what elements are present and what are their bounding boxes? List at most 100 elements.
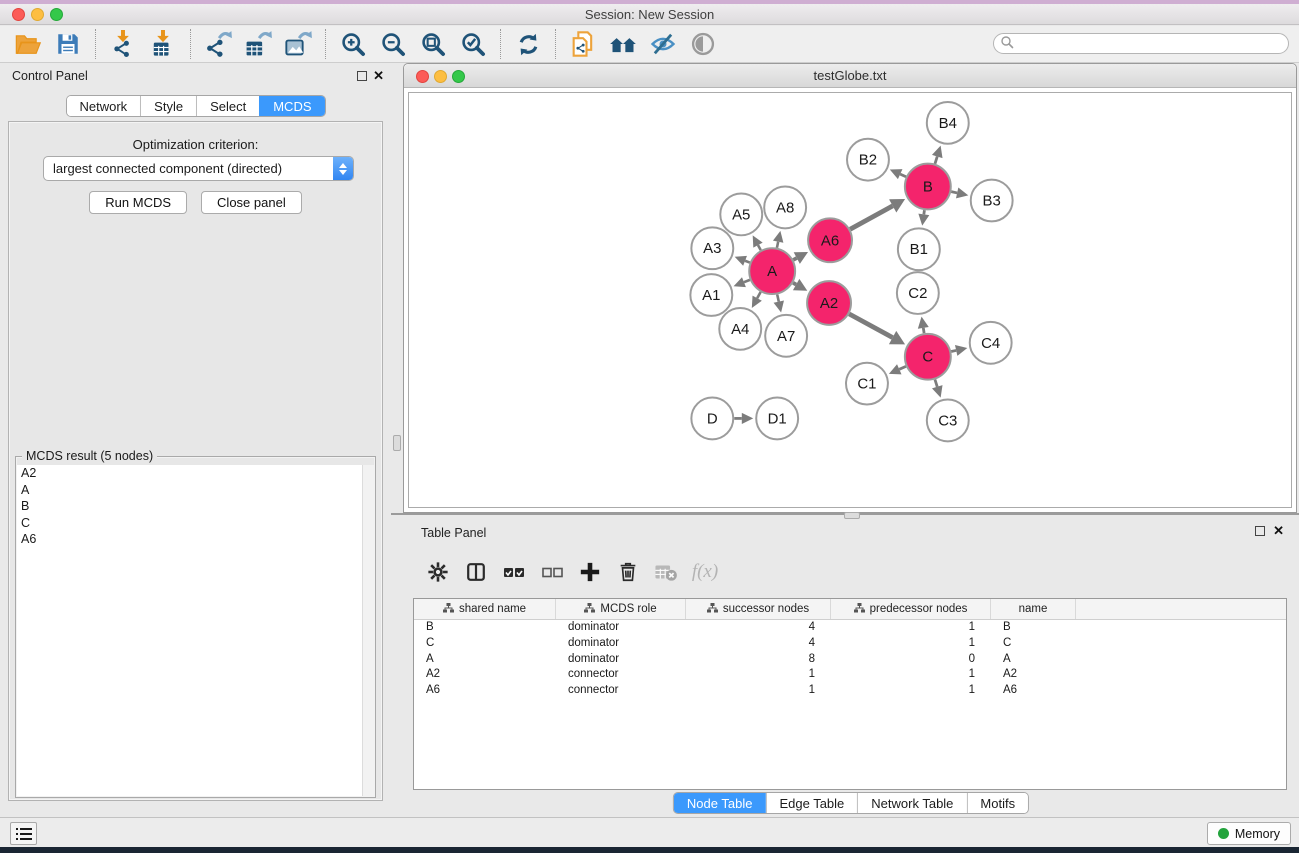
close-panel-button[interactable]: Close panel bbox=[201, 191, 302, 214]
save-session-icon[interactable] bbox=[48, 27, 88, 61]
table-cell[interactable]: 8 bbox=[686, 652, 831, 668]
splitter-grip[interactable] bbox=[393, 435, 401, 451]
hide-panels-icon[interactable] bbox=[643, 27, 683, 61]
table-row[interactable]: Adominator80A bbox=[414, 652, 1286, 668]
zoom-fit-icon[interactable] bbox=[413, 27, 453, 61]
duplicate-network-icon[interactable] bbox=[563, 27, 603, 61]
mcds-result-item[interactable]: B bbox=[17, 498, 362, 515]
table-cell[interactable]: 1 bbox=[686, 667, 831, 683]
table-row[interactable]: A2connector11A2 bbox=[414, 667, 1286, 683]
graph-edge-B-B4[interactable] bbox=[935, 157, 937, 164]
open-session-icon[interactable] bbox=[8, 27, 48, 61]
table-cell[interactable]: dominator bbox=[556, 636, 686, 652]
graph-edge-A-A6[interactable] bbox=[793, 258, 796, 260]
function-builder-icon[interactable]: f(x) bbox=[687, 556, 721, 588]
tab-node-table[interactable]: Node Table bbox=[674, 793, 766, 813]
criterion-select[interactable]: largest connected component (directed) bbox=[43, 156, 354, 181]
graph-edge-A2-C[interactable] bbox=[849, 314, 892, 338]
mcds-result-list[interactable]: A2ABCA6 bbox=[17, 465, 362, 796]
tab-network-table[interactable]: Network Table bbox=[857, 793, 966, 813]
table-cell[interactable]: 1 bbox=[686, 683, 831, 699]
vertical-splitter[interactable] bbox=[391, 63, 403, 513]
table-cell[interactable]: A2 bbox=[414, 667, 556, 683]
home-icon[interactable] bbox=[603, 27, 643, 61]
search-input[interactable] bbox=[1014, 36, 1288, 52]
tab-mcds[interactable]: MCDS bbox=[259, 96, 324, 116]
result-list-scrollbar[interactable] bbox=[362, 465, 374, 796]
graph-edge-A6-B[interactable] bbox=[850, 206, 893, 229]
graph-edge-C-C1[interactable] bbox=[899, 366, 906, 369]
table-cell[interactable]: A bbox=[991, 652, 1076, 668]
graph-edge-A-A3[interactable] bbox=[745, 261, 750, 263]
table-row[interactable]: Cdominator41C bbox=[414, 636, 1286, 652]
import-table-icon[interactable] bbox=[143, 27, 183, 61]
table-cell[interactable]: B bbox=[991, 620, 1076, 636]
table-cell[interactable]: 4 bbox=[686, 620, 831, 636]
refresh-layout-icon[interactable] bbox=[508, 27, 548, 61]
zoom-selected-icon[interactable] bbox=[453, 27, 493, 61]
graph-edge-A-A4[interactable] bbox=[757, 292, 760, 298]
run-mcds-button[interactable]: Run MCDS bbox=[89, 191, 187, 214]
deselect-all-rows-icon[interactable] bbox=[535, 556, 569, 588]
select-all-rows-icon[interactable] bbox=[497, 556, 531, 588]
table-cell[interactable]: C bbox=[991, 636, 1076, 652]
graph-edge-B-B3[interactable] bbox=[951, 192, 957, 193]
import-network-icon[interactable] bbox=[103, 27, 143, 61]
graph-edge-C-C4[interactable] bbox=[951, 350, 956, 351]
table-cell[interactable]: 4 bbox=[686, 636, 831, 652]
graph-edge-B-B1[interactable] bbox=[924, 210, 925, 214]
network-window-titlebar[interactable]: testGlobe.txt bbox=[404, 64, 1296, 88]
close-panel-icon[interactable]: ✕ bbox=[373, 68, 384, 84]
delete-column-icon[interactable] bbox=[611, 556, 645, 588]
tab-network[interactable]: Network bbox=[66, 96, 140, 116]
float-table-panel-icon[interactable] bbox=[1255, 526, 1265, 536]
export-image-icon[interactable] bbox=[278, 27, 318, 61]
table-cell[interactable]: B bbox=[414, 620, 556, 636]
table-cell[interactable]: 1 bbox=[831, 683, 991, 699]
export-table-icon[interactable] bbox=[238, 27, 278, 61]
graph-edge-C-C2[interactable] bbox=[923, 328, 924, 333]
column-header-MCDS-role[interactable]: MCDS role bbox=[556, 599, 686, 619]
table-cell[interactable]: dominator bbox=[556, 652, 686, 668]
mcds-result-item[interactable]: A6 bbox=[17, 531, 362, 548]
tab-edge-table[interactable]: Edge Table bbox=[765, 793, 857, 813]
tab-select[interactable]: Select bbox=[196, 96, 259, 116]
task-history-button[interactable] bbox=[10, 822, 37, 845]
column-header-name[interactable]: name bbox=[991, 599, 1076, 619]
graph-edge-A-A1[interactable] bbox=[744, 280, 750, 282]
table-cell[interactable]: connector bbox=[556, 683, 686, 699]
graph-edge-A-A7[interactable] bbox=[777, 294, 779, 301]
graph-edge-A-A2[interactable] bbox=[793, 283, 796, 285]
graph-edge-A-A5[interactable] bbox=[758, 245, 761, 250]
table-cell[interactable]: dominator bbox=[556, 620, 686, 636]
table-settings-icon[interactable] bbox=[421, 556, 455, 588]
memory-button[interactable]: Memory bbox=[1207, 822, 1291, 845]
column-header-successor-nodes[interactable]: successor nodes bbox=[686, 599, 831, 619]
splitter-grip-horizontal[interactable] bbox=[844, 512, 860, 519]
table-cell[interactable]: 1 bbox=[831, 620, 991, 636]
graph-edge-A-A8[interactable] bbox=[777, 242, 778, 248]
table-cell[interactable]: A6 bbox=[414, 683, 556, 699]
zoom-in-icon[interactable] bbox=[333, 27, 373, 61]
search-box[interactable] bbox=[993, 33, 1289, 54]
table-cell[interactable]: C bbox=[414, 636, 556, 652]
table-row[interactable]: Bdominator41B bbox=[414, 620, 1286, 636]
float-panel-icon[interactable] bbox=[357, 71, 367, 81]
tab-motifs[interactable]: Motifs bbox=[966, 793, 1028, 813]
table-cell[interactable]: A bbox=[414, 652, 556, 668]
close-table-panel-icon[interactable]: ✕ bbox=[1273, 523, 1284, 539]
graph-edge-B-B2[interactable] bbox=[900, 174, 906, 177]
table-cell[interactable]: A2 bbox=[991, 667, 1076, 683]
mcds-result-item[interactable]: A2 bbox=[17, 465, 362, 482]
show-eye-icon[interactable] bbox=[683, 27, 723, 61]
export-network-icon[interactable] bbox=[198, 27, 238, 61]
column-visibility-icon[interactable] bbox=[459, 556, 493, 588]
horizontal-splitter[interactable] bbox=[391, 512, 1299, 520]
table-cell[interactable]: 1 bbox=[831, 667, 991, 683]
column-header-predecessor-nodes[interactable]: predecessor nodes bbox=[831, 599, 991, 619]
table-row[interactable]: A6connector11A6 bbox=[414, 683, 1286, 699]
column-header-shared-name[interactable]: shared name bbox=[414, 599, 556, 619]
table-cell[interactable]: 1 bbox=[831, 636, 991, 652]
mcds-result-item[interactable]: A bbox=[17, 482, 362, 499]
add-column-icon[interactable] bbox=[573, 556, 607, 588]
